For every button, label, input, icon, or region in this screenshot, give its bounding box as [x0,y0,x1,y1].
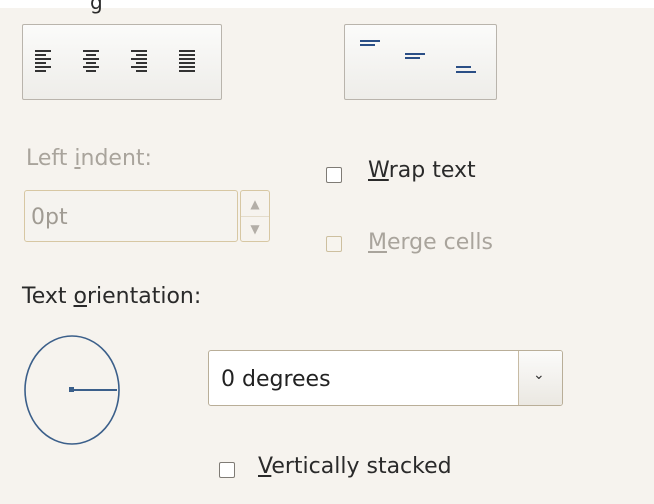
spin-up-button[interactable]: ▲ [241,192,269,217]
merge-cells-label[interactable]: Merge cells [368,232,493,254]
wrap-text-checkbox[interactable] [326,167,342,183]
left-indent-label-text: Left [26,146,75,171]
text-orientation-label: Text orientation: [22,286,201,308]
align-center-button[interactable] [82,48,100,76]
orientation-dial-icon [24,335,120,445]
left-indent-label-rest: ndent: [80,146,152,171]
vertically-stacked-checkbox[interactable] [219,462,235,478]
valign-top-icon [359,40,381,59]
wrap-text-label-rest: rap text [388,158,476,183]
left-indent-field[interactable]: 0pt [24,190,238,242]
orientation-dropdown-button[interactable]: ⌄ [518,351,562,405]
align-right-button[interactable] [130,48,148,76]
valign-middle-icon [404,53,426,72]
valign-bottom-icon [455,64,477,83]
valign-middle-button[interactable] [404,52,426,68]
chevron-down-icon: ▼ [250,222,260,236]
align-left-icon [34,48,52,76]
wrap-text-label[interactable]: Wrap text [368,160,476,182]
vertically-stacked-label[interactable]: Vertically stacked [258,456,452,478]
align-left-button[interactable] [34,48,52,76]
orientation-dial[interactable] [24,334,122,446]
left-indent-spin-buttons: ▲ ▼ [240,190,270,242]
merge-cells-label-rest: erge cells [386,230,493,255]
horizontal-alignment-group [22,24,222,100]
align-right-icon [130,48,148,76]
valign-bottom-button[interactable] [455,63,477,79]
text-orientation-label-rest: rientation: [86,284,202,309]
orientation-selected-value: 0 degrees [221,367,331,392]
format-cells-alignment-panel: g Left indent: 0pt ▲ ▼ Wrap text Merge c… [0,0,654,504]
left-indent-label: Left indent: [26,148,152,170]
spin-down-button[interactable]: ▼ [241,217,269,241]
chevron-up-icon: ▲ [250,197,260,211]
vertically-stacked-label-rest: ertically stacked [271,454,452,479]
valign-top-button[interactable] [359,39,381,55]
cut-off-heading: g [90,0,103,14]
chevron-down-icon: ⌄ [533,367,545,383]
text-orientation-label-text: Text [22,284,74,309]
vertically-stacked-mnemonic: V [258,454,272,479]
merge-cells-mnemonic: M [368,230,387,255]
align-center-icon [82,48,100,76]
text-orientation-mnemonic: o [73,284,87,309]
wrap-text-mnemonic: W [368,158,389,183]
orientation-combobox[interactable]: 0 degrees ⌄ [208,350,563,406]
merge-cells-checkbox[interactable] [326,236,342,252]
align-justify-icon [178,48,196,76]
vertical-alignment-group [344,24,497,100]
align-justify-button[interactable] [178,48,196,76]
left-indent-spinbutton: 0pt ▲ ▼ [24,190,272,242]
